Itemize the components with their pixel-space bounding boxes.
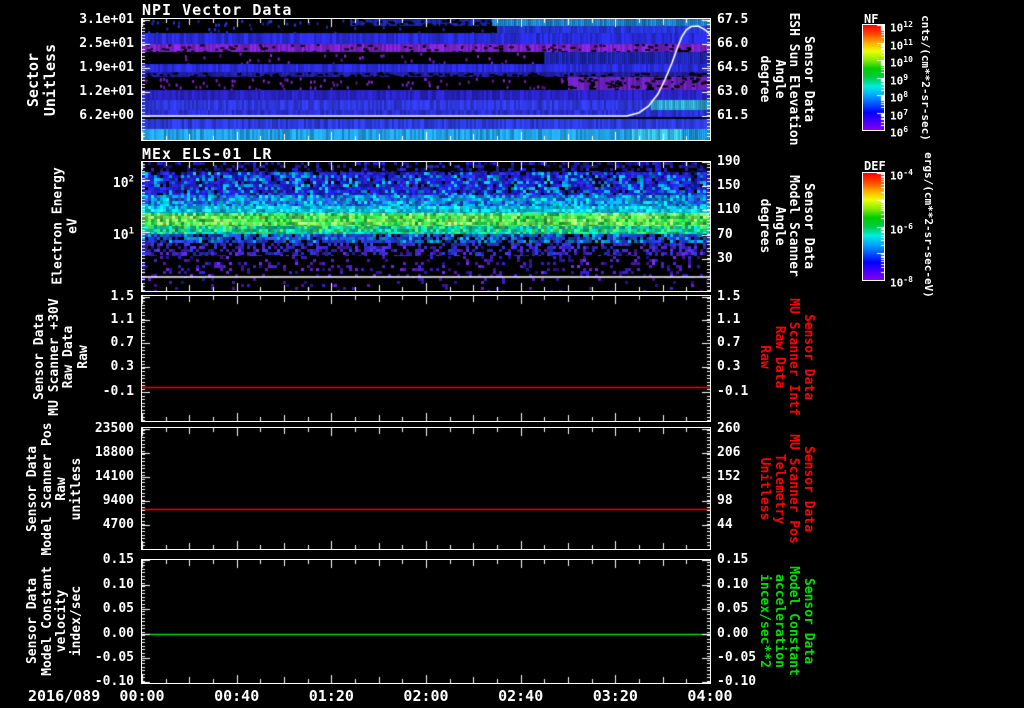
nf-colorbar-tick-label: 107 bbox=[890, 107, 908, 123]
def-colorbar bbox=[862, 172, 885, 281]
npi-left-y-tick-label: 2.5e+01 bbox=[79, 37, 134, 51]
def-colorbar-tick-label: 10-8 bbox=[890, 274, 913, 290]
model-scanner-pos-left-axis-title: Sensor Data Model Scanner Pos Raw unitle… bbox=[26, 422, 84, 555]
nf-colorbar-tick-label: 1011 bbox=[890, 37, 913, 53]
npi-left-y-tick-label: 6.2e+00 bbox=[79, 109, 134, 123]
model-scanner-pos-line-canvas bbox=[142, 428, 710, 549]
npi-right-axis-title: Sensor Data ESH Sun Elevation Angle degr… bbox=[757, 12, 815, 145]
npi-right-y-tick-label: 66.0 bbox=[717, 37, 748, 51]
npi-right-y-tick-label: 67.5 bbox=[717, 13, 748, 27]
npi-right-y-tick-label: 64.5 bbox=[717, 61, 748, 75]
els-right-y-tick-label: 70 bbox=[717, 228, 733, 242]
npi-panel bbox=[141, 18, 711, 141]
model-constant-right-y-tick-label: 0.10 bbox=[717, 578, 748, 592]
model-constant-left-y-tick-label: 0.10 bbox=[103, 578, 134, 592]
model-constant-left-y-tick-label: -0.05 bbox=[95, 651, 134, 665]
model-scanner-pos-right-y-tick-label: 98 bbox=[717, 494, 733, 508]
els-left-y-tick-label: 101 bbox=[113, 225, 134, 243]
model-scanner-pos-left-y-tick-label: 14100 bbox=[95, 470, 134, 484]
mu-scanner-raw-right-y-tick-label: 1.5 bbox=[717, 290, 740, 304]
x-tick-label: 03:20 bbox=[583, 687, 647, 705]
npi-left-y-tick-label: 1.2e+01 bbox=[79, 85, 134, 99]
model-scanner-pos-panel bbox=[141, 427, 711, 550]
els-left-axis-title: Electron Energy eV bbox=[51, 167, 80, 284]
model-scanner-pos-right-axis-title: Sensor Data MU Scanner Pos Telemetry Uni… bbox=[757, 434, 815, 544]
model-constant-line-canvas bbox=[142, 560, 710, 683]
els-right-y-tick-label: 30 bbox=[717, 252, 733, 266]
model-scanner-pos-right-y-tick-label: 152 bbox=[717, 470, 740, 484]
def-colorbar-label: DEF bbox=[864, 159, 886, 173]
npi-left-y-tick-label: 3.1e+01 bbox=[79, 13, 134, 27]
model-constant-left-axis-title: Sensor Data Model Constant velocity inde… bbox=[26, 566, 84, 676]
els-left-y-tick-label: 102 bbox=[113, 173, 134, 191]
mu-scanner-raw-left-y-tick-label: 0.7 bbox=[111, 336, 134, 350]
mu-scanner-raw-left-y-tick-label: 1.1 bbox=[111, 313, 134, 327]
npi-spectrogram-canvas bbox=[142, 19, 710, 140]
model-constant-left-y-tick-label: 0.00 bbox=[103, 627, 134, 641]
els-right-y-tick-label: 110 bbox=[717, 203, 740, 217]
model-constant-left-y-tick-label: 0.15 bbox=[103, 553, 134, 567]
x-tick-label: 04:00 bbox=[678, 687, 742, 705]
nf-colorbar bbox=[862, 24, 885, 131]
els-panel bbox=[141, 161, 711, 292]
model-scanner-pos-left-y-tick-label: 23500 bbox=[95, 422, 134, 436]
mu-scanner-raw-left-y-tick-label: 1.5 bbox=[111, 290, 134, 304]
model-scanner-pos-right-y-tick-label: 206 bbox=[717, 446, 740, 460]
els-spectrogram-canvas bbox=[142, 162, 710, 291]
nf-colorbar-label: NF bbox=[864, 12, 878, 26]
mu-scanner-raw-left-y-tick-label: -0.1 bbox=[103, 385, 134, 399]
mu-scanner-raw-panel bbox=[141, 295, 711, 422]
nf-colorbar-canvas bbox=[863, 25, 884, 130]
def-colorbar-tick-label: 10-6 bbox=[890, 221, 913, 237]
model-constant-right-y-tick-label: 0.05 bbox=[717, 602, 748, 616]
nf-colorbar-tick-label: 1010 bbox=[890, 54, 913, 70]
panel1-title: NPI Vector Data bbox=[142, 1, 292, 19]
npi-right-y-tick-label: 61.5 bbox=[717, 109, 748, 123]
plot-window: NPI Vector Data MEx ELS-01 LR 2016/089 3… bbox=[0, 0, 1024, 708]
nf-colorbar-tick-label: 1012 bbox=[890, 19, 913, 35]
mu-scanner-raw-right-y-tick-label: -0.1 bbox=[717, 385, 748, 399]
mu-scanner-raw-right-y-tick-label: 0.7 bbox=[717, 336, 740, 350]
model-constant-panel bbox=[141, 559, 711, 684]
model-constant-right-y-tick-label: 0.00 bbox=[717, 627, 748, 641]
mu-scanner-raw-line-canvas bbox=[142, 296, 710, 421]
mu-scanner-raw-left-axis-title: Sensor Data MU Scanner +30V Raw Data Raw bbox=[33, 298, 91, 415]
def-colorbar-units: ergs/(cm**2-sr-sec-eV) bbox=[922, 152, 934, 298]
x-tick-label: 00:40 bbox=[205, 687, 269, 705]
els-right-axis-title: Sensor Data Model Scanner Angle degrees bbox=[757, 175, 815, 277]
npi-right-y-tick-label: 63.0 bbox=[717, 85, 748, 99]
model-constant-right-y-tick-label: -0.05 bbox=[717, 651, 756, 665]
nf-colorbar-tick-label: 108 bbox=[890, 89, 908, 105]
model-scanner-pos-right-y-tick-label: 260 bbox=[717, 422, 740, 436]
nf-colorbar-tick-label: 109 bbox=[890, 72, 908, 88]
npi-left-y-tick-label: 1.9e+01 bbox=[79, 61, 134, 75]
model-scanner-pos-left-y-tick-label: 18800 bbox=[95, 446, 134, 460]
mu-scanner-raw-right-axis-title: Sensor Data MU Scanner Intf Raw Data Raw bbox=[757, 298, 815, 415]
model-scanner-pos-left-y-tick-label: 4700 bbox=[103, 518, 134, 532]
nf-colorbar-units: cnts/(cm**2-sr-sec) bbox=[919, 15, 931, 141]
mu-scanner-raw-left-y-tick-label: 0.3 bbox=[111, 360, 134, 374]
x-tick-label: 00:00 bbox=[110, 687, 174, 705]
mu-scanner-raw-right-y-tick-label: 1.1 bbox=[717, 313, 740, 327]
def-colorbar-canvas bbox=[863, 173, 884, 280]
x-tick-label: 02:00 bbox=[394, 687, 458, 705]
nf-colorbar-tick-label: 106 bbox=[890, 124, 908, 140]
model-scanner-pos-left-y-tick-label: 9400 bbox=[103, 494, 134, 508]
model-scanner-pos-right-y-tick-label: 44 bbox=[717, 518, 733, 532]
def-colorbar-tick-label: 10-4 bbox=[890, 167, 913, 183]
mu-scanner-raw-right-y-tick-label: 0.3 bbox=[717, 360, 740, 374]
x-tick-label: 02:40 bbox=[489, 687, 553, 705]
x-tick-label: 01:20 bbox=[299, 687, 363, 705]
model-constant-right-y-tick-label: 0.15 bbox=[717, 553, 748, 567]
x-axis-date-label: 2016/089 bbox=[28, 687, 100, 705]
model-constant-left-y-tick-label: 0.05 bbox=[103, 602, 134, 616]
els-right-y-tick-label: 190 bbox=[717, 155, 740, 169]
npi-left-axis-title: Sector Unitless bbox=[25, 44, 59, 116]
model-constant-right-axis-title: Sensor Data Model Constant acceleration … bbox=[757, 566, 815, 676]
els-right-y-tick-label: 150 bbox=[717, 179, 740, 193]
